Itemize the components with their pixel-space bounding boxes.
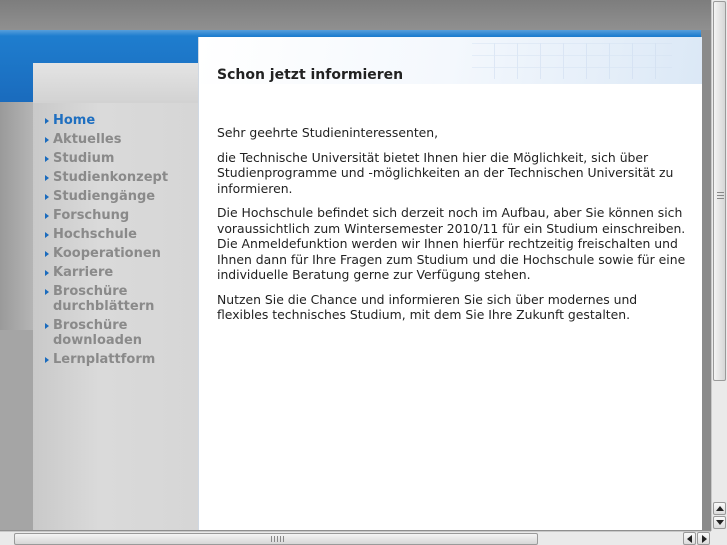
bullet-arrow-icon bbox=[45, 357, 49, 363]
bullet-arrow-icon bbox=[45, 213, 49, 219]
paragraph: Nutzen Sie die Chance und informieren Si… bbox=[217, 291, 638, 323]
nav-item-label: Hochschule bbox=[53, 227, 137, 242]
paragraph: Die Hochschule befindet sich derzeit noc… bbox=[217, 205, 686, 282]
bullet-arrow-icon bbox=[45, 251, 49, 257]
scroll-up-arrow-icon[interactable] bbox=[713, 502, 726, 515]
bullet-arrow-icon bbox=[45, 323, 49, 329]
horizontal-scroll-thumb[interactable] bbox=[14, 533, 538, 545]
nav-menu: Home Aktuelles Studium Studienkonzept St… bbox=[45, 113, 195, 371]
top-strip bbox=[0, 0, 711, 30]
scrollbar-corner bbox=[711, 531, 727, 545]
nav-item-kooperationen[interactable]: Kooperationen bbox=[45, 246, 195, 261]
paragraph: Sehr geehrte Studieninteressenten, bbox=[217, 125, 439, 140]
scroll-down-arrow-icon[interactable] bbox=[713, 516, 726, 529]
nav-item-studienkonzept[interactable]: Studienkonzept bbox=[45, 170, 195, 185]
bullet-arrow-icon bbox=[45, 289, 49, 295]
nav-item-label-line: downloaden bbox=[53, 333, 143, 348]
bullet-arrow-icon bbox=[45, 194, 49, 200]
nav-item-label-line: Broschüre bbox=[53, 284, 128, 299]
nav-item-broschuere-durchblaettern[interactable]: Broschüre durchblättern bbox=[45, 284, 195, 314]
bullet-arrow-icon bbox=[45, 232, 49, 238]
nav-item-label-line: durchblättern bbox=[53, 299, 155, 314]
scroll-right-arrow-icon[interactable] bbox=[697, 532, 710, 545]
grip-icon bbox=[271, 536, 285, 542]
paragraph: die Technische Universität bietet Ihnen … bbox=[217, 149, 674, 196]
bullet-arrow-icon bbox=[45, 175, 49, 181]
nav-item-label: Studienkonzept bbox=[53, 170, 169, 185]
left-margin bbox=[0, 102, 33, 530]
nav-item-label: Karriere bbox=[53, 265, 114, 280]
vertical-scrollbar[interactable] bbox=[711, 0, 727, 531]
body-text: Sehr geehrte Studieninteressenten, die T… bbox=[217, 125, 687, 332]
nav-item-label: Aktuelles bbox=[53, 132, 122, 147]
nav-item-studium[interactable]: Studium bbox=[45, 151, 195, 166]
horizontal-scrollbar[interactable] bbox=[0, 531, 711, 545]
main-content: Schon jetzt informieren Sehr geehrte Stu… bbox=[198, 37, 702, 530]
nav-item-label: Lernplattform bbox=[53, 352, 156, 367]
circuit-pattern bbox=[472, 43, 672, 79]
nav-item-studiengaenge[interactable]: Studiengänge bbox=[45, 189, 195, 204]
nav-item-hochschule[interactable]: Hochschule bbox=[45, 227, 195, 242]
page-title: Schon jetzt informieren bbox=[217, 67, 404, 83]
nav-item-label: Home bbox=[53, 113, 96, 128]
nav-item-label: Studium bbox=[53, 151, 115, 166]
nav-item-forschung[interactable]: Forschung bbox=[45, 208, 195, 223]
nav-item-label: Kooperationen bbox=[53, 246, 161, 261]
nav-item-aktuelles[interactable]: Aktuelles bbox=[45, 132, 195, 147]
nav-item-home[interactable]: Home bbox=[45, 113, 195, 128]
nav-item-broschuere-downloaden[interactable]: Broschüre downloaden bbox=[45, 318, 195, 348]
bullet-arrow-icon bbox=[45, 156, 49, 162]
nav-item-lernplattform[interactable]: Lernplattform bbox=[45, 352, 195, 367]
sidebar: Home Aktuelles Studium Studienkonzept St… bbox=[33, 63, 198, 530]
nav-item-label: Forschung bbox=[53, 208, 130, 223]
bullet-arrow-icon bbox=[45, 270, 49, 276]
bullet-arrow-icon bbox=[45, 118, 49, 124]
vertical-scroll-thumb[interactable] bbox=[713, 1, 726, 381]
right-margin bbox=[701, 30, 711, 530]
nav-item-karriere[interactable]: Karriere bbox=[45, 265, 195, 280]
nav-item-label-line: Broschüre bbox=[53, 318, 128, 333]
bullet-arrow-icon bbox=[45, 137, 49, 143]
grip-icon bbox=[717, 192, 724, 200]
scroll-left-arrow-icon[interactable] bbox=[683, 532, 696, 545]
nav-item-label: Studiengänge bbox=[53, 189, 156, 204]
